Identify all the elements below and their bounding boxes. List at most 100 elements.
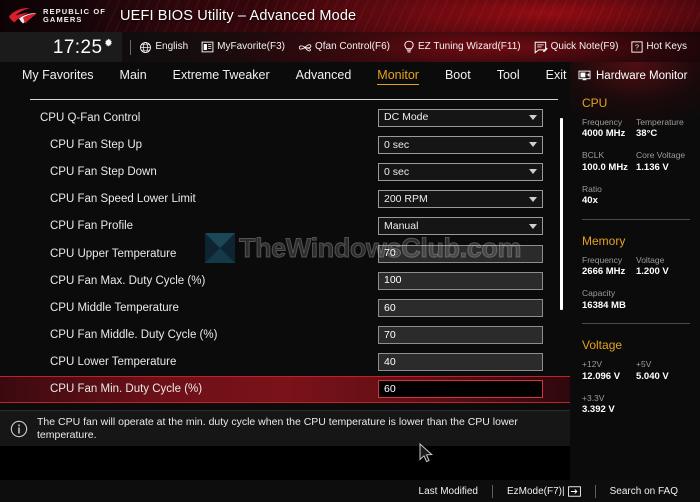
setting-row-cpu-lower-temperature[interactable]: CPU Lower Temperature 40 — [0, 349, 570, 376]
input-value: 60 — [384, 383, 396, 396]
setting-label: CPU Fan Min. Duty Cycle (%) — [50, 383, 203, 396]
setting-row-cpu-fan-max-duty-cycle[interactable]: CPU Fan Max. Duty Cycle (%) 100 — [0, 267, 570, 294]
hw-value: 12.096 V — [582, 370, 621, 382]
gear-icon[interactable] — [103, 38, 114, 49]
input-cpu-fan-middle-duty-cycle[interactable]: 70 — [378, 326, 543, 345]
hw-item-5v: +5V 5.040 V — [636, 359, 690, 383]
chevron-down-icon — [529, 169, 537, 175]
info-icon — [10, 420, 28, 437]
chevron-down-icon — [529, 196, 537, 202]
toolbar-item-qfan-control[interactable]: Qfan Control(F6) — [298, 41, 390, 54]
rog-eye-logo-icon — [9, 7, 37, 24]
hw-values-grid: Frequency 4000 MHz Temperature 38°C BCLK… — [582, 117, 690, 217]
input-value: 60 — [384, 301, 396, 314]
toolbar-item-myfavorite[interactable]: MyFavorite(F3) — [201, 41, 285, 53]
hardware-monitor-panel: Hardware Monitor CPU Frequency 4000 MHz … — [570, 62, 700, 502]
chevron-down-icon — [529, 223, 537, 229]
input-cpu-fan-max-duty-cycle[interactable]: 100 — [378, 271, 543, 290]
tab-advanced[interactable]: Advanced — [296, 68, 352, 84]
hw-value: 2666 MHz — [582, 266, 626, 278]
title-bar: REPUBLIC OF GAMERS UEFI BIOS Utility – A… — [0, 0, 700, 32]
setting-row-cpu-fan-step-up[interactable]: CPU Fan Step Up 0 sec — [0, 131, 570, 158]
setting-row-cpu-fan-min-duty-cycle[interactable]: CPU Fan Min. Duty Cycle (%) 60 — [0, 375, 570, 404]
hw-value: 4000 MHz — [582, 128, 626, 140]
hw-key: Capacity — [582, 288, 616, 299]
toolbar-divider — [130, 39, 132, 55]
setting-row-cpu-upper-temperature[interactable]: CPU Upper Temperature 70 — [0, 240, 570, 267]
dropdown-cpu-fan-speed-lower-limit[interactable]: 200 RPM — [378, 190, 543, 209]
setting-row-cpu-fan-profile[interactable]: CPU Fan Profile Manual — [0, 213, 570, 240]
setting-control[interactable]: 200 RPM — [378, 190, 543, 209]
dropdown-value: 0 sec — [384, 138, 410, 151]
setting-control[interactable]: 70 — [378, 326, 543, 345]
setting-row-cpu-middle-temperature[interactable]: CPU Middle Temperature 60 — [0, 294, 570, 321]
hw-key: Frequency — [582, 117, 623, 127]
setting-control[interactable]: 100 — [378, 271, 543, 290]
hw-values-grid: +12V 12.096 V +5V 5.040 V +3.3V 3.392 V — [582, 359, 690, 426]
setting-control[interactable]: Manual — [378, 217, 543, 236]
setting-label: CPU Lower Temperature — [50, 356, 177, 369]
hw-divider — [582, 323, 690, 325]
setting-label: CPU Middle Temperature — [50, 301, 179, 314]
input-cpu-upper-temperature[interactable]: 70 — [378, 244, 543, 263]
globe-icon — [140, 41, 152, 53]
footer-ez-mode-label: EzMode(F7)| — [507, 485, 565, 497]
setting-control[interactable]: 0 sec — [378, 135, 543, 154]
setting-control[interactable]: 0 sec — [378, 162, 543, 181]
hw-key: BCLK — [582, 150, 605, 161]
arrow-right-box-icon — [567, 485, 581, 497]
footer-last-modified[interactable]: Last Modified — [405, 486, 492, 497]
tab-tool[interactable]: Tool — [497, 68, 520, 84]
rog-wordmark: REPUBLIC OF GAMERS — [43, 8, 106, 23]
tab-my-favorites[interactable]: My Favorites — [22, 68, 94, 84]
setting-row-cpu-fan-middle-duty-cycle[interactable]: CPU Fan Middle. Duty Cycle (%) 70 — [0, 322, 570, 349]
clock-time: 17:25 — [52, 36, 103, 58]
footer-ez-mode[interactable]: EzMode(F7)| — [493, 486, 595, 497]
setting-row-cpu-fan-speed-lower-limit[interactable]: CPU Fan Speed Lower Limit 200 RPM — [0, 186, 570, 213]
dropdown-value: Manual — [384, 220, 419, 233]
dropdown-value: DC Mode — [384, 111, 429, 124]
toolbar-item-ez-tuning-wizard[interactable]: EZ Tuning Wizard(F11) — [403, 40, 521, 54]
tab-extreme-tweaker[interactable]: Extreme Tweaker — [173, 68, 270, 84]
toolbar-label: Qfan Control(F6) — [314, 41, 390, 52]
dropdown-cpu-fan-profile[interactable]: Manual — [378, 217, 543, 236]
setting-label: CPU Q-Fan Control — [40, 111, 141, 124]
setting-control[interactable]: DC Mode — [378, 108, 543, 127]
hardware-monitor-title: Hardware Monitor — [596, 70, 688, 82]
bulb-icon — [404, 40, 414, 53]
input-cpu-lower-temperature[interactable]: 40 — [378, 353, 543, 372]
toolbar: 17:25 English MyFavorite(F3) Qfan Contro… — [0, 32, 700, 62]
tab-exit[interactable]: Exit — [546, 68, 567, 84]
scrollbar-thumb[interactable] — [560, 118, 563, 310]
dropdown-cpu-fan-step-up[interactable]: 0 sec — [378, 135, 543, 154]
dropdown-cpu-fan-step-down[interactable]: 0 sec — [378, 162, 543, 181]
input-cpu-fan-min-duty-cycle[interactable]: 60 — [378, 380, 543, 399]
input-value: 70 — [384, 247, 396, 260]
setting-row-cpu-q-fan-control[interactable]: CPU Q-Fan Control DC Mode — [0, 104, 570, 131]
tab-boot[interactable]: Boot — [445, 68, 471, 84]
toolbar-item-language[interactable]: English — [139, 41, 188, 54]
dropdown-cpu-q-fan-control[interactable]: DC Mode — [378, 108, 543, 127]
tab-main[interactable]: Main — [120, 68, 147, 84]
hw-value: 5.040 V — [636, 370, 669, 382]
dropdown-value: 0 sec — [384, 165, 410, 178]
rog-logo: REPUBLIC OF GAMERS — [0, 0, 110, 32]
footer-search-faq[interactable]: Search on FAQ — [596, 486, 692, 497]
hw-value: 100.0 MHz — [582, 161, 628, 173]
setting-row-cpu-fan-step-down[interactable]: CPU Fan Step Down 0 sec — [0, 158, 570, 185]
setting-control[interactable]: 60 — [378, 380, 543, 399]
input-cpu-middle-temperature[interactable]: 60 — [378, 298, 543, 317]
hw-value: 38°C — [636, 128, 658, 140]
hw-key: Ratio — [582, 183, 602, 194]
setting-label: CPU Fan Step Up — [50, 138, 143, 151]
tab-monitor[interactable]: Monitor — [377, 68, 419, 85]
toolbar-label: English — [155, 41, 189, 52]
setting-control[interactable]: 60 — [378, 298, 543, 317]
bios-screen: REPUBLIC OF GAMERS UEFI BIOS Utility – A… — [0, 0, 700, 502]
toolbar-item-quick-note[interactable]: Quick Note(F9) — [534, 41, 618, 54]
hw-key: Voltage — [636, 254, 665, 265]
fan-icon — [298, 43, 312, 51]
setting-control[interactable]: 70 — [378, 244, 543, 263]
toolbar-item-hot-keys[interactable]: ? Hot Keys — [631, 41, 687, 53]
setting-control[interactable]: 40 — [378, 353, 543, 372]
